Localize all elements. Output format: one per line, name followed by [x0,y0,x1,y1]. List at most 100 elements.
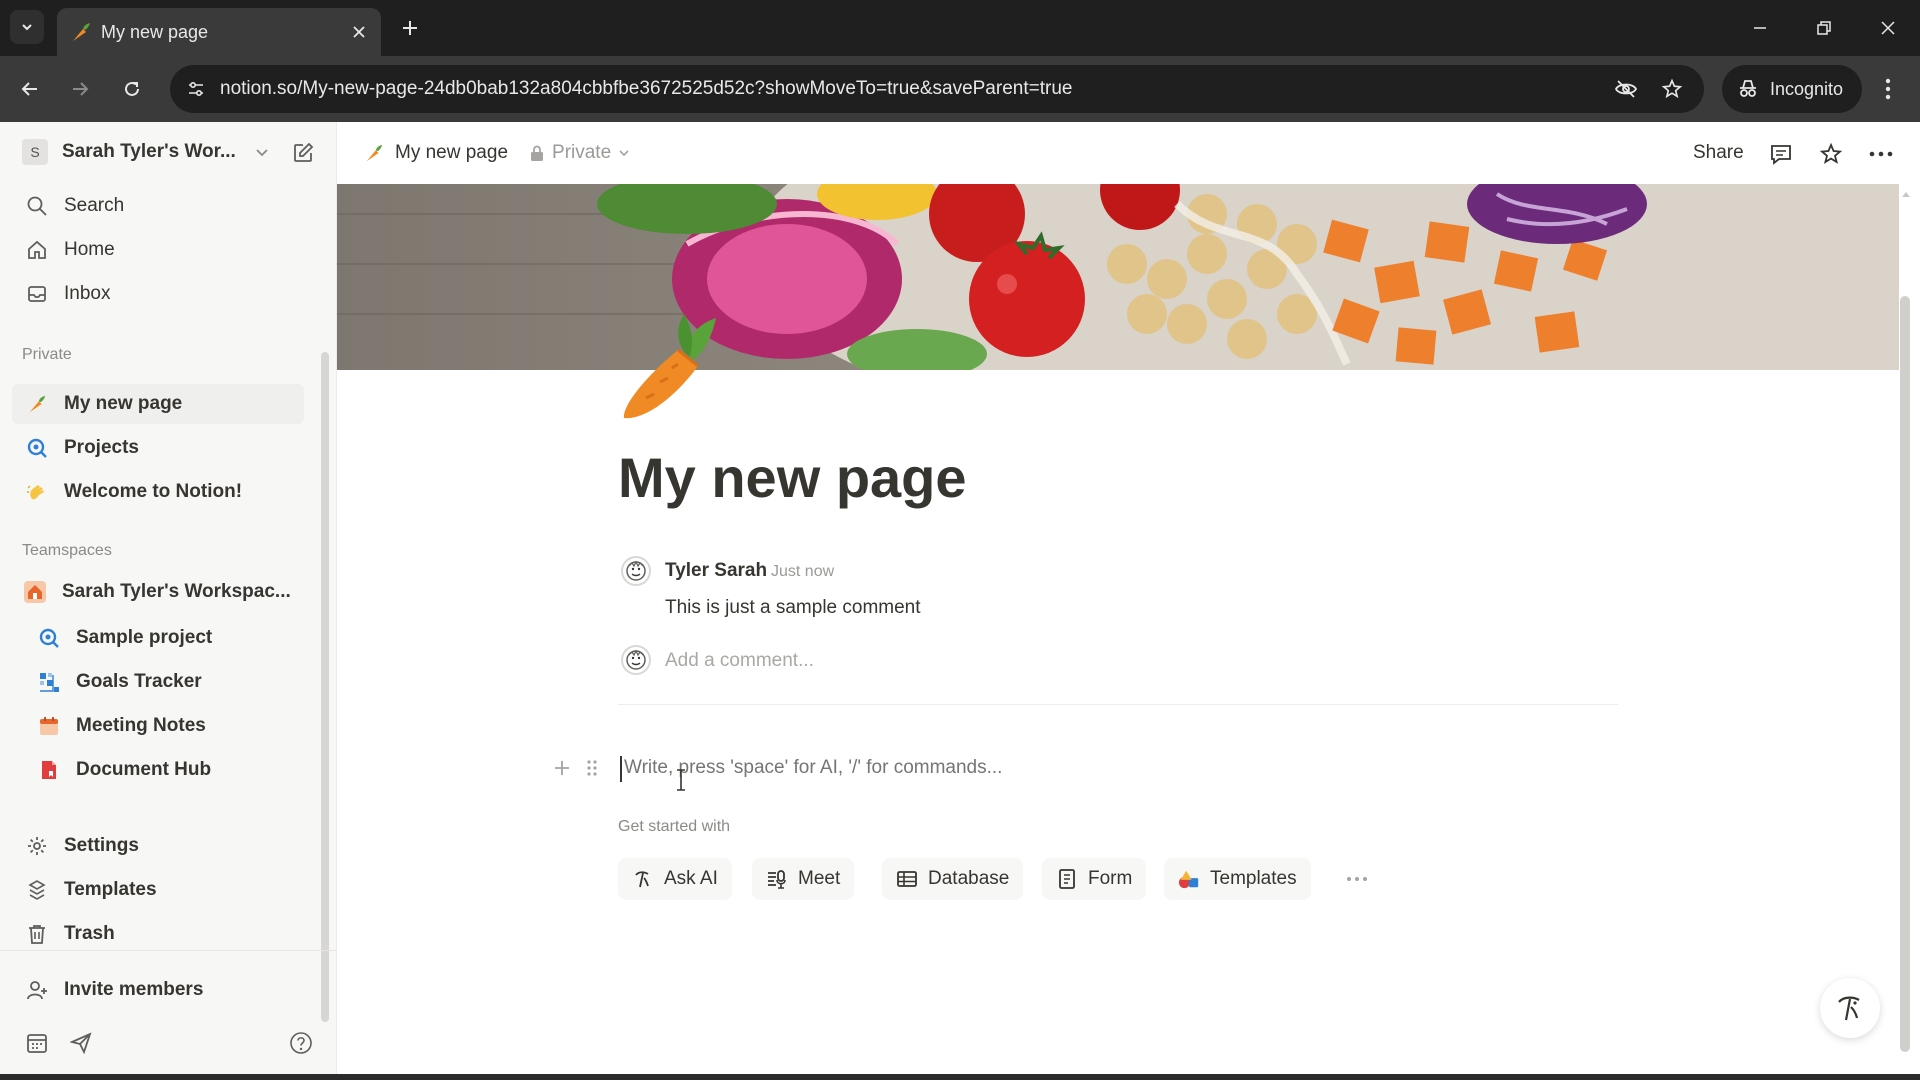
form-icon [1056,868,1078,890]
help-button[interactable] [286,1028,316,1058]
browser-toolbar: notion.so/My-new-page-24db0bab132a804cbb… [0,56,1920,122]
more-vertical-icon [1885,78,1891,100]
sidebar-scrollbar[interactable] [321,352,329,1022]
back-button[interactable] [14,73,46,105]
minimize-icon [1754,27,1766,29]
forward-button[interactable] [64,73,96,105]
database-button[interactable]: Database [882,858,1024,900]
restore-icon [1817,21,1831,35]
sidebar-item-templates[interactable]: Templates [12,870,304,910]
plus-icon [403,21,417,35]
sidebar-item-my-new-page[interactable]: My new page [12,384,304,424]
sidebar-item-settings[interactable]: Settings [12,826,304,866]
ask-ai-button[interactable]: Ask AI [618,858,732,900]
add-comment-input[interactable]: Add a comment... [665,650,814,672]
browser-tab[interactable]: My new page [57,8,381,56]
page-title[interactable]: My new page [618,446,967,510]
arrow-right-icon [73,82,89,96]
mail-app-button[interactable] [66,1028,96,1058]
templates-icon [24,877,50,903]
plus-icon [555,761,569,775]
sidebar-item-document-hub[interactable]: Document Hub [12,750,304,790]
help-icon [290,1032,312,1054]
incognito-label: Incognito [1770,79,1844,99]
goals-icon [36,669,62,695]
restore-button[interactable] [1808,12,1840,44]
sidebar-item-label: Meeting Notes [76,715,206,736]
avatar-face-icon [626,649,646,670]
sidebar-item-inbox[interactable]: Inbox [12,274,304,314]
document-icon [36,757,62,783]
favorite-button[interactable] [1815,138,1847,170]
text-caret [620,756,622,782]
more-chips-button[interactable] [1336,858,1378,900]
tune-icon [189,81,203,97]
notion-ai-floating-button[interactable] [1820,978,1880,1038]
new-page-button[interactable] [288,138,318,168]
templates-button[interactable]: Templates [1164,858,1311,900]
comment-timestamp: Just now [771,563,835,580]
share-button[interactable]: Share [1693,142,1744,164]
sidebar-item-sample-project[interactable]: Sample project [12,618,304,658]
reload-button[interactable] [116,73,148,105]
wave-icon [24,479,50,505]
templates-color-icon [1178,868,1200,890]
avatar [621,556,651,586]
meet-button[interactable]: Meet [752,858,855,900]
url-text[interactable]: notion.so/My-new-page-24db0bab132a804cbb… [220,78,1072,100]
carrot-icon [366,144,383,162]
sidebar-item-teamspace[interactable]: Sarah Tyler's Workspac... [12,572,304,612]
carrot-icon[interactable] [616,306,726,424]
drag-handle[interactable] [582,756,602,780]
gear-icon [24,833,50,859]
arrow-left-icon [21,82,37,96]
privacy-label: Private [552,142,612,163]
comment-author[interactable]: Tyler Sarah [665,560,767,582]
site-info-button[interactable] [180,73,212,105]
add-block-button[interactable] [550,756,574,780]
search-icon [24,193,50,219]
sidebar-item-goals-tracker[interactable]: Goals Tracker [12,662,304,702]
projects-icon [36,625,62,651]
close-icon [1881,21,1895,35]
minimize-button[interactable] [1744,12,1776,44]
sidebar-item-search[interactable]: Search [12,186,304,226]
block-text-input[interactable] [624,757,1424,779]
workspace-switcher[interactable]: S Sarah Tyler's Wor... [12,132,308,172]
comments-button[interactable] [1765,138,1797,170]
sidebar-item-meeting-notes[interactable]: Meeting Notes [12,706,304,746]
eye-off-button[interactable] [1610,73,1642,105]
chip-label: Database [928,868,1010,889]
sidebar-item-projects[interactable]: Projects [12,428,304,468]
close-tab-button[interactable] [347,20,371,44]
address-bar[interactable]: notion.so/My-new-page-24db0bab132a804cbb… [170,65,1704,113]
sidebar-item-trash[interactable]: Trash [12,914,304,954]
chevron-down-icon [619,150,629,157]
sidebar-item-label: Document Hub [76,759,212,780]
ibeam-cursor-icon [677,769,685,791]
calendar-icon [27,1034,47,1053]
breadcrumb[interactable]: My new page Private [363,139,631,167]
page-cover-image[interactable] [337,184,1899,370]
sidebar-item-welcome[interactable]: Welcome to Notion! [12,472,304,512]
reload-icon [125,81,139,96]
new-tab-button[interactable] [396,14,424,42]
invite-members-button[interactable]: Invite members [12,970,304,1010]
tab-search-button[interactable] [10,10,44,44]
form-button[interactable]: Form [1042,858,1147,900]
calendar-app-button[interactable] [22,1028,52,1058]
close-window-button[interactable] [1872,12,1904,44]
private-section-heading: Private [22,346,72,363]
ai-icon [632,868,654,890]
sidebar-item-label: Trash [64,923,115,944]
table-icon [896,868,918,890]
page-scrollbar[interactable] [1900,296,1910,1052]
scroll-up-arrow-icon[interactable] [1902,190,1910,198]
add-person-icon [24,977,50,1003]
sidebar-item-home[interactable]: Home [12,230,304,270]
bookmark-button[interactable] [1656,73,1688,105]
incognito-indicator[interactable]: Incognito [1722,65,1862,113]
browser-menu-button[interactable] [1872,73,1904,105]
more-options-button[interactable] [1865,138,1897,170]
more-horizontal-icon [1347,877,1367,881]
